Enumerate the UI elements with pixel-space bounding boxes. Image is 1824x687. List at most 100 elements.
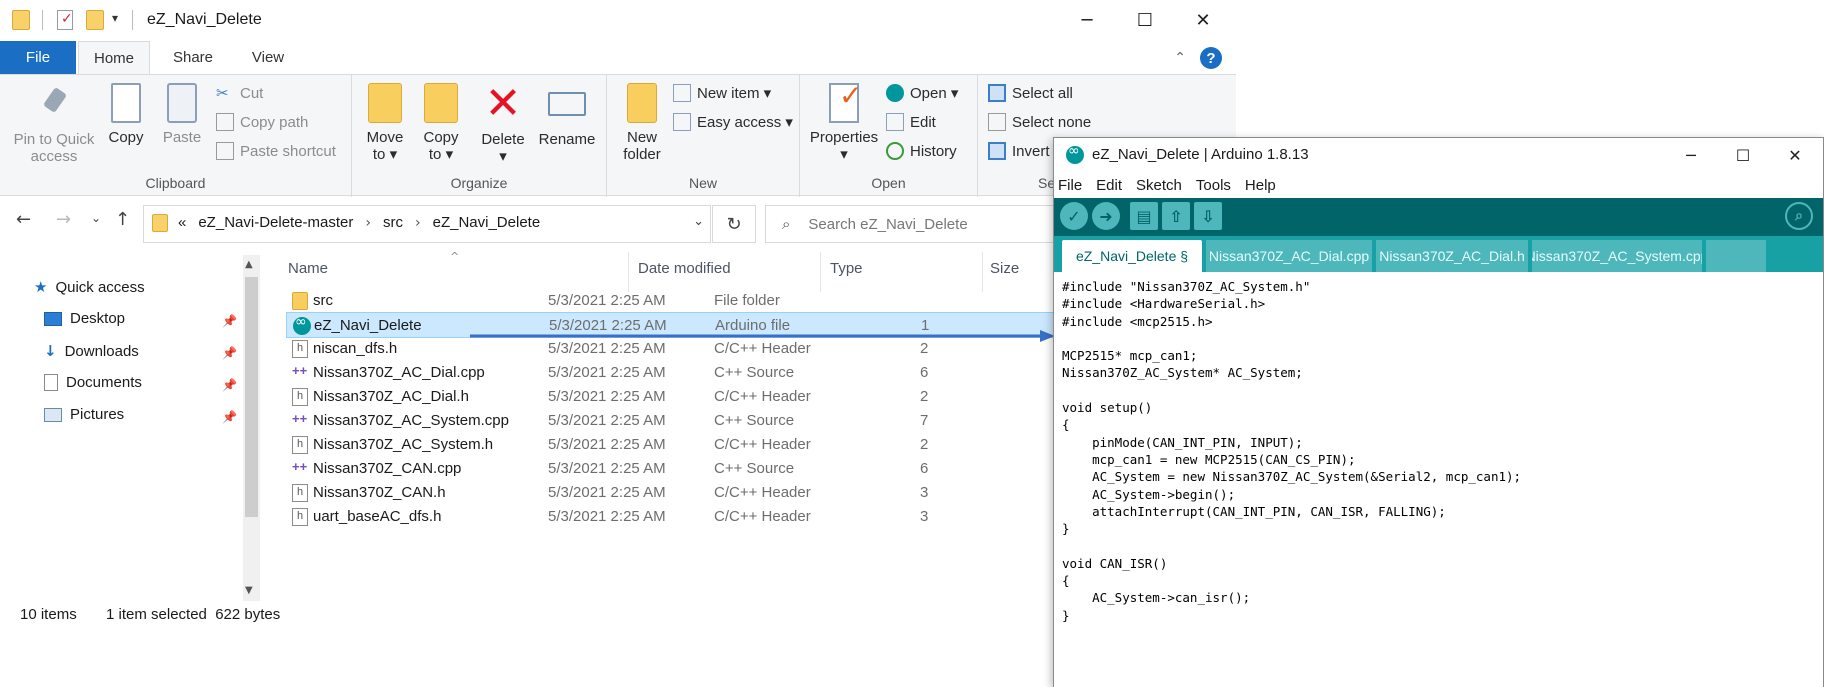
menu-sketch[interactable]: Sketch	[1136, 177, 1182, 194]
tab-ac-dial-h[interactable]: Nissan370Z_AC_Dial.h	[1376, 240, 1528, 272]
new-sketch-button[interactable]: ▤	[1130, 202, 1158, 230]
open-button[interactable]: Open ▾	[886, 84, 958, 102]
open-sketch-button[interactable]: ⇧	[1162, 202, 1190, 230]
arduino-menubar: File Edit Sketch Tools Help	[1054, 172, 1823, 198]
address-bar[interactable]: « eZ_Navi-Delete-master › src › eZ_Navi_…	[143, 205, 711, 243]
copy-button[interactable]: Copy	[104, 83, 148, 146]
scrollbar-thumb[interactable]	[245, 277, 258, 517]
nav-scrollbar[interactable]: ▲ ▼	[243, 255, 260, 601]
menu-edit[interactable]: Edit	[1096, 177, 1122, 194]
chevron-right-icon[interactable]: ›	[415, 215, 421, 231]
column-divider[interactable]	[628, 252, 629, 292]
tab-share[interactable]: Share	[160, 41, 226, 74]
new-folder-label-2: folder	[623, 146, 661, 163]
serial-monitor-button[interactable]: ⌕	[1785, 202, 1813, 230]
sort-arrow-icon: ^	[450, 250, 460, 263]
save-sketch-button[interactable]: ⇩	[1194, 202, 1222, 230]
collapse-ribbon-icon[interactable]: ⌃	[1174, 50, 1186, 66]
paste-button[interactable]: Paste	[160, 83, 204, 146]
tab-ac-dial-cpp[interactable]: Nissan370Z_AC_Dial.cpp	[1206, 240, 1372, 272]
drag-arrow	[470, 330, 1055, 342]
pin-icon[interactable]: 📌	[222, 314, 237, 328]
tab-ac-system-cpp[interactable]: Nissan370Z_AC_System.cpp	[1532, 240, 1702, 272]
recent-locations-icon[interactable]: ⌄	[91, 211, 101, 225]
cut-button[interactable]: ✂ Cut	[216, 84, 263, 102]
breadcrumb-item[interactable]: eZ_Navi_Delete	[433, 214, 541, 231]
nav-downloads[interactable]: ↓ Downloads	[44, 342, 139, 360]
close-button[interactable]: ✕	[1769, 138, 1821, 172]
copy-to-button[interactable]: Copy to ▾	[416, 83, 466, 163]
tab-view[interactable]: View	[240, 41, 296, 74]
move-to-button[interactable]: Move to ▾	[360, 83, 410, 163]
tab-home[interactable]: Home	[78, 41, 150, 74]
copy-path-button[interactable]: Copy path	[216, 113, 308, 131]
header-file-icon	[292, 340, 308, 358]
column-size[interactable]: Size	[990, 260, 1019, 277]
new-folder-button[interactable]: New folder	[617, 83, 667, 163]
file-name: Nissan370Z_AC_System.h	[313, 436, 494, 453]
copy-to-label-2: to ▾	[428, 146, 454, 163]
back-arrow-icon[interactable]: ←	[16, 209, 31, 230]
column-divider[interactable]	[982, 252, 983, 292]
rename-label: Rename	[538, 131, 596, 148]
maximize-button[interactable]: ☐	[1116, 0, 1174, 41]
pin-icon[interactable]: 📌	[222, 378, 237, 392]
nav-quick-access[interactable]: ★ Quick access	[34, 278, 145, 296]
maximize-button[interactable]: ☐	[1717, 138, 1769, 172]
column-divider[interactable]	[820, 252, 821, 292]
tab-file[interactable]: File	[0, 41, 76, 74]
properties-check-icon[interactable]	[57, 10, 73, 30]
new-folder-icon[interactable]	[86, 10, 104, 30]
scroll-up-icon[interactable]: ▲	[245, 259, 253, 270]
history-button[interactable]: History	[886, 142, 957, 160]
edit-button[interactable]: Edit	[886, 113, 936, 131]
help-icon[interactable]: ?	[1200, 47, 1222, 69]
verify-button[interactable]: ✓	[1060, 202, 1088, 230]
menu-tools[interactable]: Tools	[1196, 177, 1231, 194]
header-file-icon	[292, 508, 308, 526]
file-date: 5/3/2021 2:25 AM	[548, 292, 666, 309]
properties-button[interactable]: Properties ▾	[808, 83, 880, 163]
menu-file[interactable]: File	[1058, 177, 1082, 194]
arduino-window-title: eZ_Navi_Delete | Arduino 1.8.13	[1092, 146, 1309, 163]
tab-ez-navi-delete[interactable]: eZ_Navi_Delete §	[1062, 240, 1202, 272]
select-none-button[interactable]: Select none	[988, 113, 1091, 131]
invert-selection-button[interactable]: Invert	[988, 142, 1050, 160]
minimize-button[interactable]: ─	[1058, 0, 1116, 41]
chevron-right-icon[interactable]: ›	[365, 215, 371, 231]
scroll-down-icon[interactable]: ▼	[245, 585, 253, 596]
paste-shortcut-button[interactable]: Paste shortcut	[216, 142, 336, 160]
refresh-icon[interactable]: ↻	[712, 205, 756, 243]
breadcrumb-overflow[interactable]: «	[178, 214, 186, 231]
breadcrumb-item[interactable]: eZ_Navi-Delete-master	[198, 214, 353, 231]
nav-desktop[interactable]: Desktop	[44, 310, 125, 327]
pin-quick-access-button[interactable]: Pin to Quick access	[10, 83, 98, 165]
file-date: 5/3/2021 2:25 AM	[548, 508, 666, 525]
file-size: 7	[920, 412, 929, 429]
column-name[interactable]: Name	[288, 260, 328, 277]
desktop: ▾ eZ_Navi_Delete ─ ☐ ✕ File Home Share V…	[0, 0, 1824, 687]
nav-documents[interactable]: Documents	[44, 374, 142, 391]
tab-more[interactable]	[1706, 240, 1766, 272]
nav-pictures[interactable]: Pictures	[44, 406, 124, 423]
column-type[interactable]: Type	[830, 260, 863, 277]
pin-icon[interactable]: 📌	[222, 410, 237, 424]
code-editor[interactable]: #include "Nissan370Z_AC_System.h" #includ…	[1054, 272, 1823, 687]
forward-arrow-icon[interactable]: →	[56, 209, 71, 230]
menu-help[interactable]: Help	[1245, 177, 1276, 194]
minimize-button[interactable]: ─	[1665, 138, 1717, 172]
delete-button[interactable]: ✕ Delete ▾	[476, 82, 530, 166]
download-arrow-icon: ↓	[44, 342, 57, 360]
select-all-button[interactable]: Select all	[988, 84, 1073, 102]
pin-icon[interactable]: 📌	[222, 346, 237, 360]
qat-dropdown-icon[interactable]: ▾	[112, 11, 118, 25]
new-item-button[interactable]: New item ▾	[673, 84, 771, 102]
column-date-modified[interactable]: Date modified	[638, 260, 731, 277]
breadcrumb-item[interactable]: src	[383, 214, 403, 231]
rename-button[interactable]: Rename	[536, 83, 598, 148]
chevron-down-icon[interactable]: ⌄	[693, 214, 704, 229]
upload-button[interactable]: ➜	[1092, 202, 1120, 230]
close-button[interactable]: ✕	[1174, 0, 1232, 41]
up-arrow-icon[interactable]: ↑	[115, 209, 130, 230]
easy-access-button[interactable]: Easy access ▾	[673, 113, 793, 131]
